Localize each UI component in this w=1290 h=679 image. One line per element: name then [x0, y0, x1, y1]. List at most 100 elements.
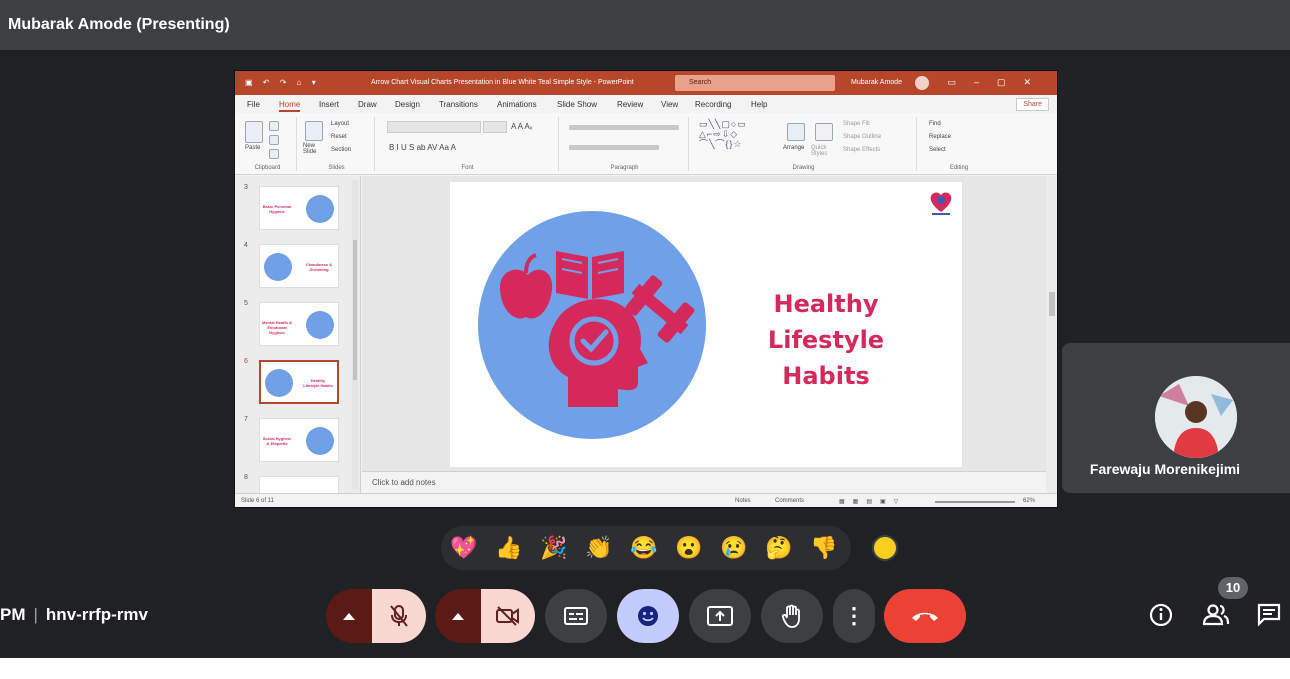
tears-of-joy-reaction-icon[interactable]: 😂: [629, 533, 659, 563]
camera-off-icon: [496, 606, 519, 626]
menu-file[interactable]: File: [247, 100, 260, 109]
comments-toggle-button[interactable]: Comments: [775, 498, 804, 504]
slide-title: Healthy Lifestyle Habits: [726, 286, 926, 394]
send-reaction-button[interactable]: [617, 589, 679, 643]
group-label-paragraph: Paragraph: [610, 165, 639, 171]
ppt-account-avatar[interactable]: [915, 76, 929, 90]
menu-animations[interactable]: Animations: [497, 100, 537, 109]
video-options-button[interactable]: [435, 589, 481, 643]
menu-review[interactable]: Review: [617, 100, 643, 109]
surprised-reaction-icon[interactable]: 😮: [674, 533, 704, 563]
group-label-drawing: Drawing: [792, 165, 815, 171]
cut-icon[interactable]: [269, 121, 279, 131]
window-controls-icons[interactable]: ▭–▢✕: [947, 77, 1049, 88]
raise-hand-button[interactable]: [761, 589, 823, 643]
arrange-icon[interactable]: [787, 123, 805, 141]
menu-design[interactable]: Design: [395, 100, 420, 109]
clapping-hands-reaction-icon[interactable]: 👏: [584, 533, 614, 563]
shape-outline-button[interactable]: Shape Outline: [843, 134, 881, 140]
mic-off-icon: [390, 605, 408, 627]
people-button[interactable]: [1202, 600, 1230, 630]
zoom-slider[interactable]: [935, 501, 1015, 503]
layout-button[interactable]: Layout: [331, 121, 349, 127]
ribbon-paragraph-group: Paragraph: [561, 117, 689, 171]
group-label-font: Font: [461, 165, 474, 171]
slide-thumbnail-3[interactable]: Basic Personal Hygiene: [259, 186, 339, 230]
slide-scrollbar[interactable]: [1046, 176, 1057, 493]
sad-reaction-icon[interactable]: 😢: [719, 533, 749, 563]
group-label-slides: Slides: [328, 165, 345, 171]
menu-draw[interactable]: Draw: [358, 100, 377, 109]
menu-recording[interactable]: Recording: [695, 100, 731, 109]
section-button[interactable]: Section: [331, 147, 351, 153]
current-slide[interactable]: Healthy Lifestyle Habits: [450, 182, 962, 467]
menu-slide-show[interactable]: Slide Show: [557, 100, 597, 109]
menu-home[interactable]: Home: [279, 100, 301, 112]
more-options-button[interactable]: ⋮: [833, 589, 875, 643]
captions-button[interactable]: [545, 589, 607, 643]
notes-toggle-button[interactable]: Notes: [735, 498, 751, 504]
ppt-ribbon: Paste Clipboard New Slide Layout Reset S…: [235, 113, 1057, 175]
participant-tile[interactable]: Farewaju Morenikejimi: [1062, 343, 1290, 493]
new-slide-label: New Slide: [303, 143, 317, 155]
alignment-icons[interactable]: [569, 145, 659, 150]
slide-thumbnail-4[interactable]: Cleanliness & Grooming: [259, 244, 339, 288]
people-count-badge: 10: [1218, 577, 1248, 599]
menu-help[interactable]: Help: [751, 100, 767, 109]
menu-view[interactable]: View: [661, 100, 678, 109]
leave-call-button[interactable]: [884, 589, 966, 643]
skin-tone-selector[interactable]: [872, 535, 898, 561]
replace-button[interactable]: Replace: [929, 134, 951, 140]
thumb-illustration: [264, 253, 292, 281]
thinking-reaction-icon[interactable]: 🤔: [764, 533, 794, 563]
font-name-select[interactable]: [387, 121, 481, 133]
select-button[interactable]: Select: [929, 147, 946, 153]
bullets-icons[interactable]: [569, 125, 679, 130]
shared-screen-powerpoint: ▣ ↶ ↷ ⌂ ▾ Arrow Chart Visual Charts Pres…: [234, 70, 1058, 508]
microphone-toggle-button[interactable]: [372, 589, 426, 643]
shapes-gallery-icon[interactable]: ▭╲╲▢○▭ △⌐⇨⇩◇ ⌒╲⌒{}☆: [699, 119, 775, 149]
present-now-button[interactable]: [689, 589, 751, 643]
thumbnails-scrollbar[interactable]: [352, 180, 358, 489]
thumbs-down-reaction-icon[interactable]: 👎: [809, 533, 839, 563]
zoom-level[interactable]: 62%: [1023, 498, 1035, 504]
participant-avatar: [1155, 376, 1237, 458]
font-size-icons[interactable]: A A Aᵥ: [511, 122, 532, 131]
thumbs-up-reaction-icon[interactable]: 👍: [494, 533, 524, 563]
reset-button[interactable]: Reset: [331, 134, 347, 140]
meeting-time: PM: [0, 605, 26, 624]
font-size-select[interactable]: [483, 121, 507, 133]
find-button[interactable]: Find: [929, 121, 941, 127]
sparkling-heart-reaction-icon[interactable]: 💖: [449, 533, 479, 563]
ppt-account-name[interactable]: Mubarak Amode: [851, 79, 902, 86]
view-mode-icons[interactable]: ▦▦▤▣▽: [839, 498, 906, 505]
ppt-share-button[interactable]: Share: [1016, 98, 1049, 111]
quick-styles-icon[interactable]: [815, 123, 833, 141]
slide-thumbnail-6-active[interactable]: Healthy Lifestyle Habits: [259, 360, 339, 404]
party-popper-reaction-icon[interactable]: 🎉: [539, 533, 569, 563]
slide-thumbnail-5[interactable]: Mental Health & Emotional Hygiene: [259, 302, 339, 346]
ppt-status-bar: Slide 6 of 11 Notes Comments ▦▦▤▣▽ 62%: [235, 493, 1057, 507]
paste-icon[interactable]: [245, 121, 263, 143]
chat-button[interactable]: [1256, 600, 1284, 630]
ppt-search-box[interactable]: Search: [675, 75, 835, 91]
menu-insert[interactable]: Insert: [319, 100, 339, 109]
meeting-code[interactable]: hnv-rrfp-rmv: [46, 605, 148, 624]
notes-pane[interactable]: Click to add notes: [362, 471, 1046, 493]
shape-fill-button[interactable]: Shape Fill: [843, 121, 870, 127]
meeting-details-button[interactable]: [1148, 600, 1176, 630]
group-label-editing: Editing: [949, 165, 969, 171]
font-format-icons[interactable]: B I U S ab AV Aa A: [389, 143, 456, 152]
menu-transitions[interactable]: Transitions: [439, 100, 478, 109]
arrange-label: Arrange: [783, 145, 805, 151]
camera-toggle-button[interactable]: [481, 589, 535, 643]
shape-effects-button[interactable]: Shape Effects: [843, 147, 880, 153]
slide-title-line-2: Lifestyle Habits: [767, 326, 885, 390]
thumb-number: 8: [244, 474, 248, 481]
format-painter-icon[interactable]: [269, 149, 279, 159]
audio-options-button[interactable]: [326, 589, 372, 643]
new-slide-icon[interactable]: [305, 121, 323, 141]
copy-icon[interactable]: [269, 135, 279, 145]
ppt-menu-bar: File Home Insert Draw Design Transitions…: [235, 95, 1057, 113]
slide-thumbnail-7[interactable]: Social Hygiene & Etiquette: [259, 418, 339, 462]
